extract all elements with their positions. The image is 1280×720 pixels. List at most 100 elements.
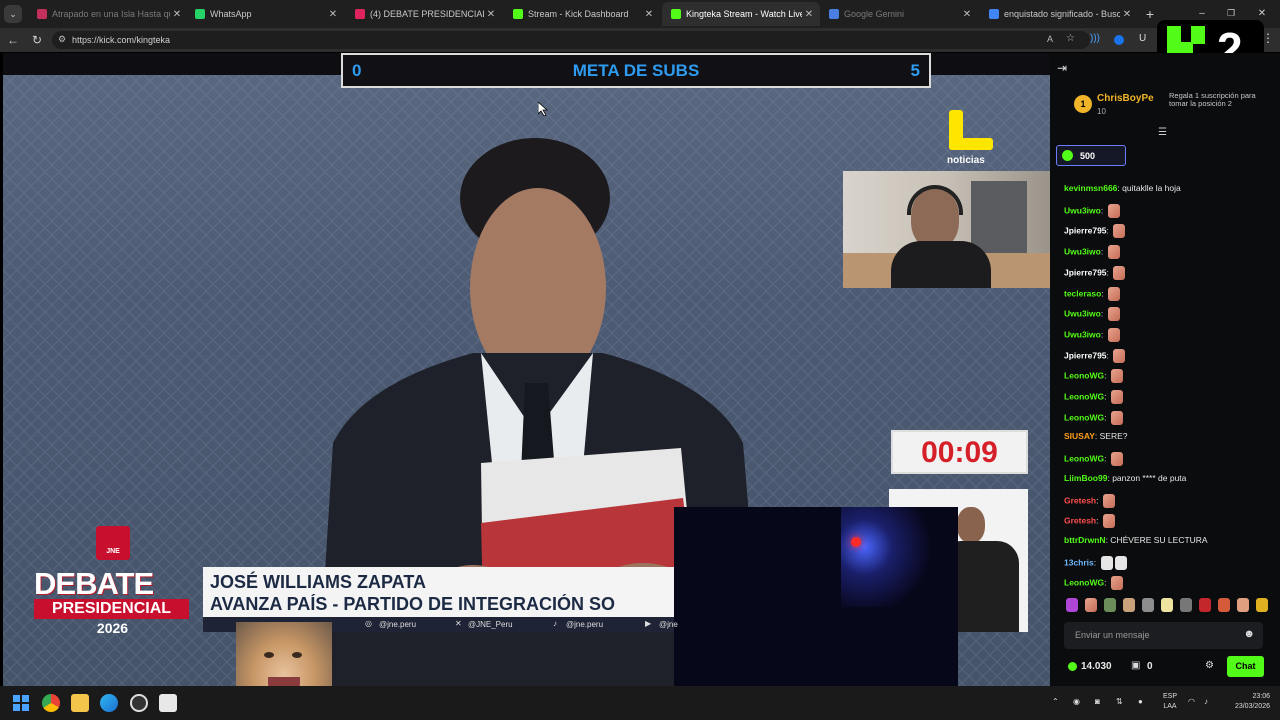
chat-emote-icon xyxy=(1107,245,1120,260)
emote-icon[interactable] xyxy=(1180,598,1192,612)
chat-username[interactable]: Jpierre795 xyxy=(1064,226,1107,236)
chat-username[interactable]: Uwu3iwo xyxy=(1064,246,1101,256)
chat-username[interactable]: LeonoWG xyxy=(1064,391,1104,401)
chat-username[interactable]: kevinmsn666 xyxy=(1064,183,1117,193)
tray-clock[interactable]: 23:06 23/03/2026 xyxy=(1222,693,1270,710)
emoji-icon[interactable]: ☻ xyxy=(1243,628,1255,640)
emote-icon[interactable] xyxy=(1123,598,1135,612)
tab-item[interactable]: enquistado significado - Buscar co✕ xyxy=(980,2,1138,26)
chat-username[interactable]: bttrDrwnN xyxy=(1064,535,1106,545)
tray-discord-icon[interactable]: ◙ xyxy=(1095,697,1100,706)
site-info-icon[interactable]: ⚙ xyxy=(58,34,66,45)
back-arrow-icon[interactable]: ← xyxy=(4,31,22,49)
tab-close-icon[interactable]: ✕ xyxy=(802,9,816,20)
tray-chevron-icon[interactable]: ⌃ xyxy=(1052,697,1059,706)
read-aloud-icon[interactable]: A xyxy=(1047,34,1053,44)
gift-icon[interactable]: ▣ xyxy=(1131,660,1140,671)
obs-icon[interactable] xyxy=(130,694,148,712)
chat-username[interactable]: SIUSAY xyxy=(1064,431,1095,441)
tab-item[interactable]: Kingteka Stream - Watch Live ✕ xyxy=(662,2,820,26)
chat-separator: : xyxy=(1104,370,1109,381)
chat-username[interactable]: Gretesh xyxy=(1064,495,1096,505)
tab-favicon-icon xyxy=(355,9,365,19)
emote-icon[interactable] xyxy=(1256,598,1268,612)
emote-icon[interactable] xyxy=(1142,598,1154,612)
tab-item[interactable]: (4) DEBATE PRESIDENCIAL PE✕ xyxy=(346,2,502,26)
tray-network-icon[interactable]: ⇅ xyxy=(1116,697,1123,706)
chat-username[interactable]: LeonoWG xyxy=(1064,412,1104,422)
chat-settings-gear-icon[interactable]: ⚙ xyxy=(1205,660,1214,671)
tab-item[interactable]: Google Gemini ✕ xyxy=(820,2,978,26)
emote-picker-row[interactable] xyxy=(1064,598,1274,612)
points-badge[interactable]: 500 xyxy=(1056,145,1126,166)
wallet-points[interactable]: 14.030 xyxy=(1081,661,1112,672)
chat-username[interactable]: Uwu3iwo xyxy=(1064,205,1101,215)
tab-item[interactable]: Stream - Kick Dashboard ✕ xyxy=(504,2,660,26)
tab-close-icon[interactable]: ✕ xyxy=(1120,9,1134,20)
tab-close-icon[interactable]: ✕ xyxy=(642,9,656,20)
cat-eye-left xyxy=(264,652,274,658)
emote-icon[interactable] xyxy=(1066,598,1078,612)
leaderboard-user[interactable]: ChrisBoyPe xyxy=(1097,93,1154,104)
chat-username[interactable]: Uwu3iwo xyxy=(1064,329,1101,339)
chat-username[interactable]: Jpierre795 xyxy=(1064,350,1107,360)
emote-icon[interactable] xyxy=(1237,598,1249,612)
favorite-star-icon[interactable]: ☆ xyxy=(1066,33,1075,44)
chat-message: LiimBoo99: panzon **** de puta xyxy=(1064,473,1186,483)
chat-separator: : xyxy=(1104,411,1109,422)
chat-username[interactable]: Uwu3iwo xyxy=(1064,308,1101,318)
tray-volume-icon[interactable]: ♪ xyxy=(1204,697,1208,706)
chat-username[interactable]: LeonoWG xyxy=(1064,453,1104,463)
streamer-body xyxy=(891,241,991,288)
tab-close-icon[interactable]: ✕ xyxy=(484,9,498,20)
chat-username[interactable]: tecleraso xyxy=(1064,288,1101,298)
extension-shield-icon[interactable]: U xyxy=(1139,33,1146,44)
edge-icon[interactable] xyxy=(100,694,118,712)
tab-close-icon[interactable]: ✕ xyxy=(326,9,340,20)
chat-emote-icon xyxy=(1113,348,1126,363)
send-chat-button[interactable]: Chat xyxy=(1227,656,1264,677)
tab-close-icon[interactable]: ✕ xyxy=(960,9,974,20)
chat-message: bttrDrwnN: CHÉVERE SU LECTURA xyxy=(1064,535,1208,545)
tab-item[interactable]: Atrapado en una Isla Hasta que C✕ xyxy=(28,2,188,26)
url-omnibox[interactable]: ⚙ https://kick.com/kingteka A ☆ xyxy=(52,31,1090,49)
new-tab-plus-icon[interactable]: + xyxy=(1143,7,1157,21)
restore-icon[interactable]: ❐ xyxy=(1225,8,1237,20)
instagram-icon: ◎ xyxy=(365,619,372,628)
extension-wave-icon[interactable]: ))) xyxy=(1090,33,1102,47)
tray-wifi-icon[interactable]: ◠ xyxy=(1188,697,1195,706)
file-explorer-icon[interactable] xyxy=(71,694,89,712)
emote-icon[interactable] xyxy=(1085,598,1097,612)
emote-icon[interactable] xyxy=(1199,598,1211,612)
close-icon[interactable]: ✕ xyxy=(1256,8,1268,20)
chat-username[interactable]: Jpierre795 xyxy=(1064,267,1107,277)
leaderboard-cta[interactable]: Regala 1 suscripción para tomar la posic… xyxy=(1169,92,1269,108)
tab-item[interactable]: WhatsApp ✕ xyxy=(186,2,344,26)
emote-icon[interactable] xyxy=(1104,598,1116,612)
chat-message: LeonoWG: xyxy=(1064,576,1123,591)
chat-emote-icon xyxy=(1108,286,1121,301)
chat-username[interactable]: Gretesh xyxy=(1064,515,1096,525)
logo-mark-base-icon xyxy=(949,138,993,150)
tab-close-icon[interactable]: ✕ xyxy=(170,9,184,20)
emote-icon[interactable] xyxy=(1161,598,1173,612)
windows-start-icon[interactable] xyxy=(13,695,29,711)
app-icon[interactable] xyxy=(159,694,177,712)
reload-icon[interactable]: ↻ xyxy=(28,31,46,49)
chat-username[interactable]: LeonoWG xyxy=(1064,578,1104,588)
tab-list-icon[interactable]: ⌄ xyxy=(4,5,22,23)
chat-username[interactable]: 13chris xyxy=(1064,557,1094,567)
chat-username[interactable]: LiimBoo99 xyxy=(1064,473,1107,483)
emote-icon[interactable] xyxy=(1218,598,1230,612)
wallet-coin-icon xyxy=(1068,662,1077,671)
tray-mic-icon[interactable]: ● xyxy=(1138,697,1143,706)
collapse-chat-icon[interactable]: ⇥ xyxy=(1057,61,1067,75)
tray-steam-icon[interactable]: ◉ xyxy=(1073,697,1080,706)
chat-username[interactable]: LeonoWG xyxy=(1064,371,1104,381)
extension-circle-icon[interactable] xyxy=(1114,35,1124,45)
tray-language[interactable]: ESP LAA xyxy=(1160,693,1180,710)
chrome-icon[interactable] xyxy=(42,694,60,712)
minimize-icon[interactable]: – xyxy=(1196,8,1208,20)
chat-input[interactable]: Enviar un mensaje ☻ xyxy=(1064,622,1263,649)
chat-filter-icon[interactable]: ☰ xyxy=(1158,127,1167,138)
